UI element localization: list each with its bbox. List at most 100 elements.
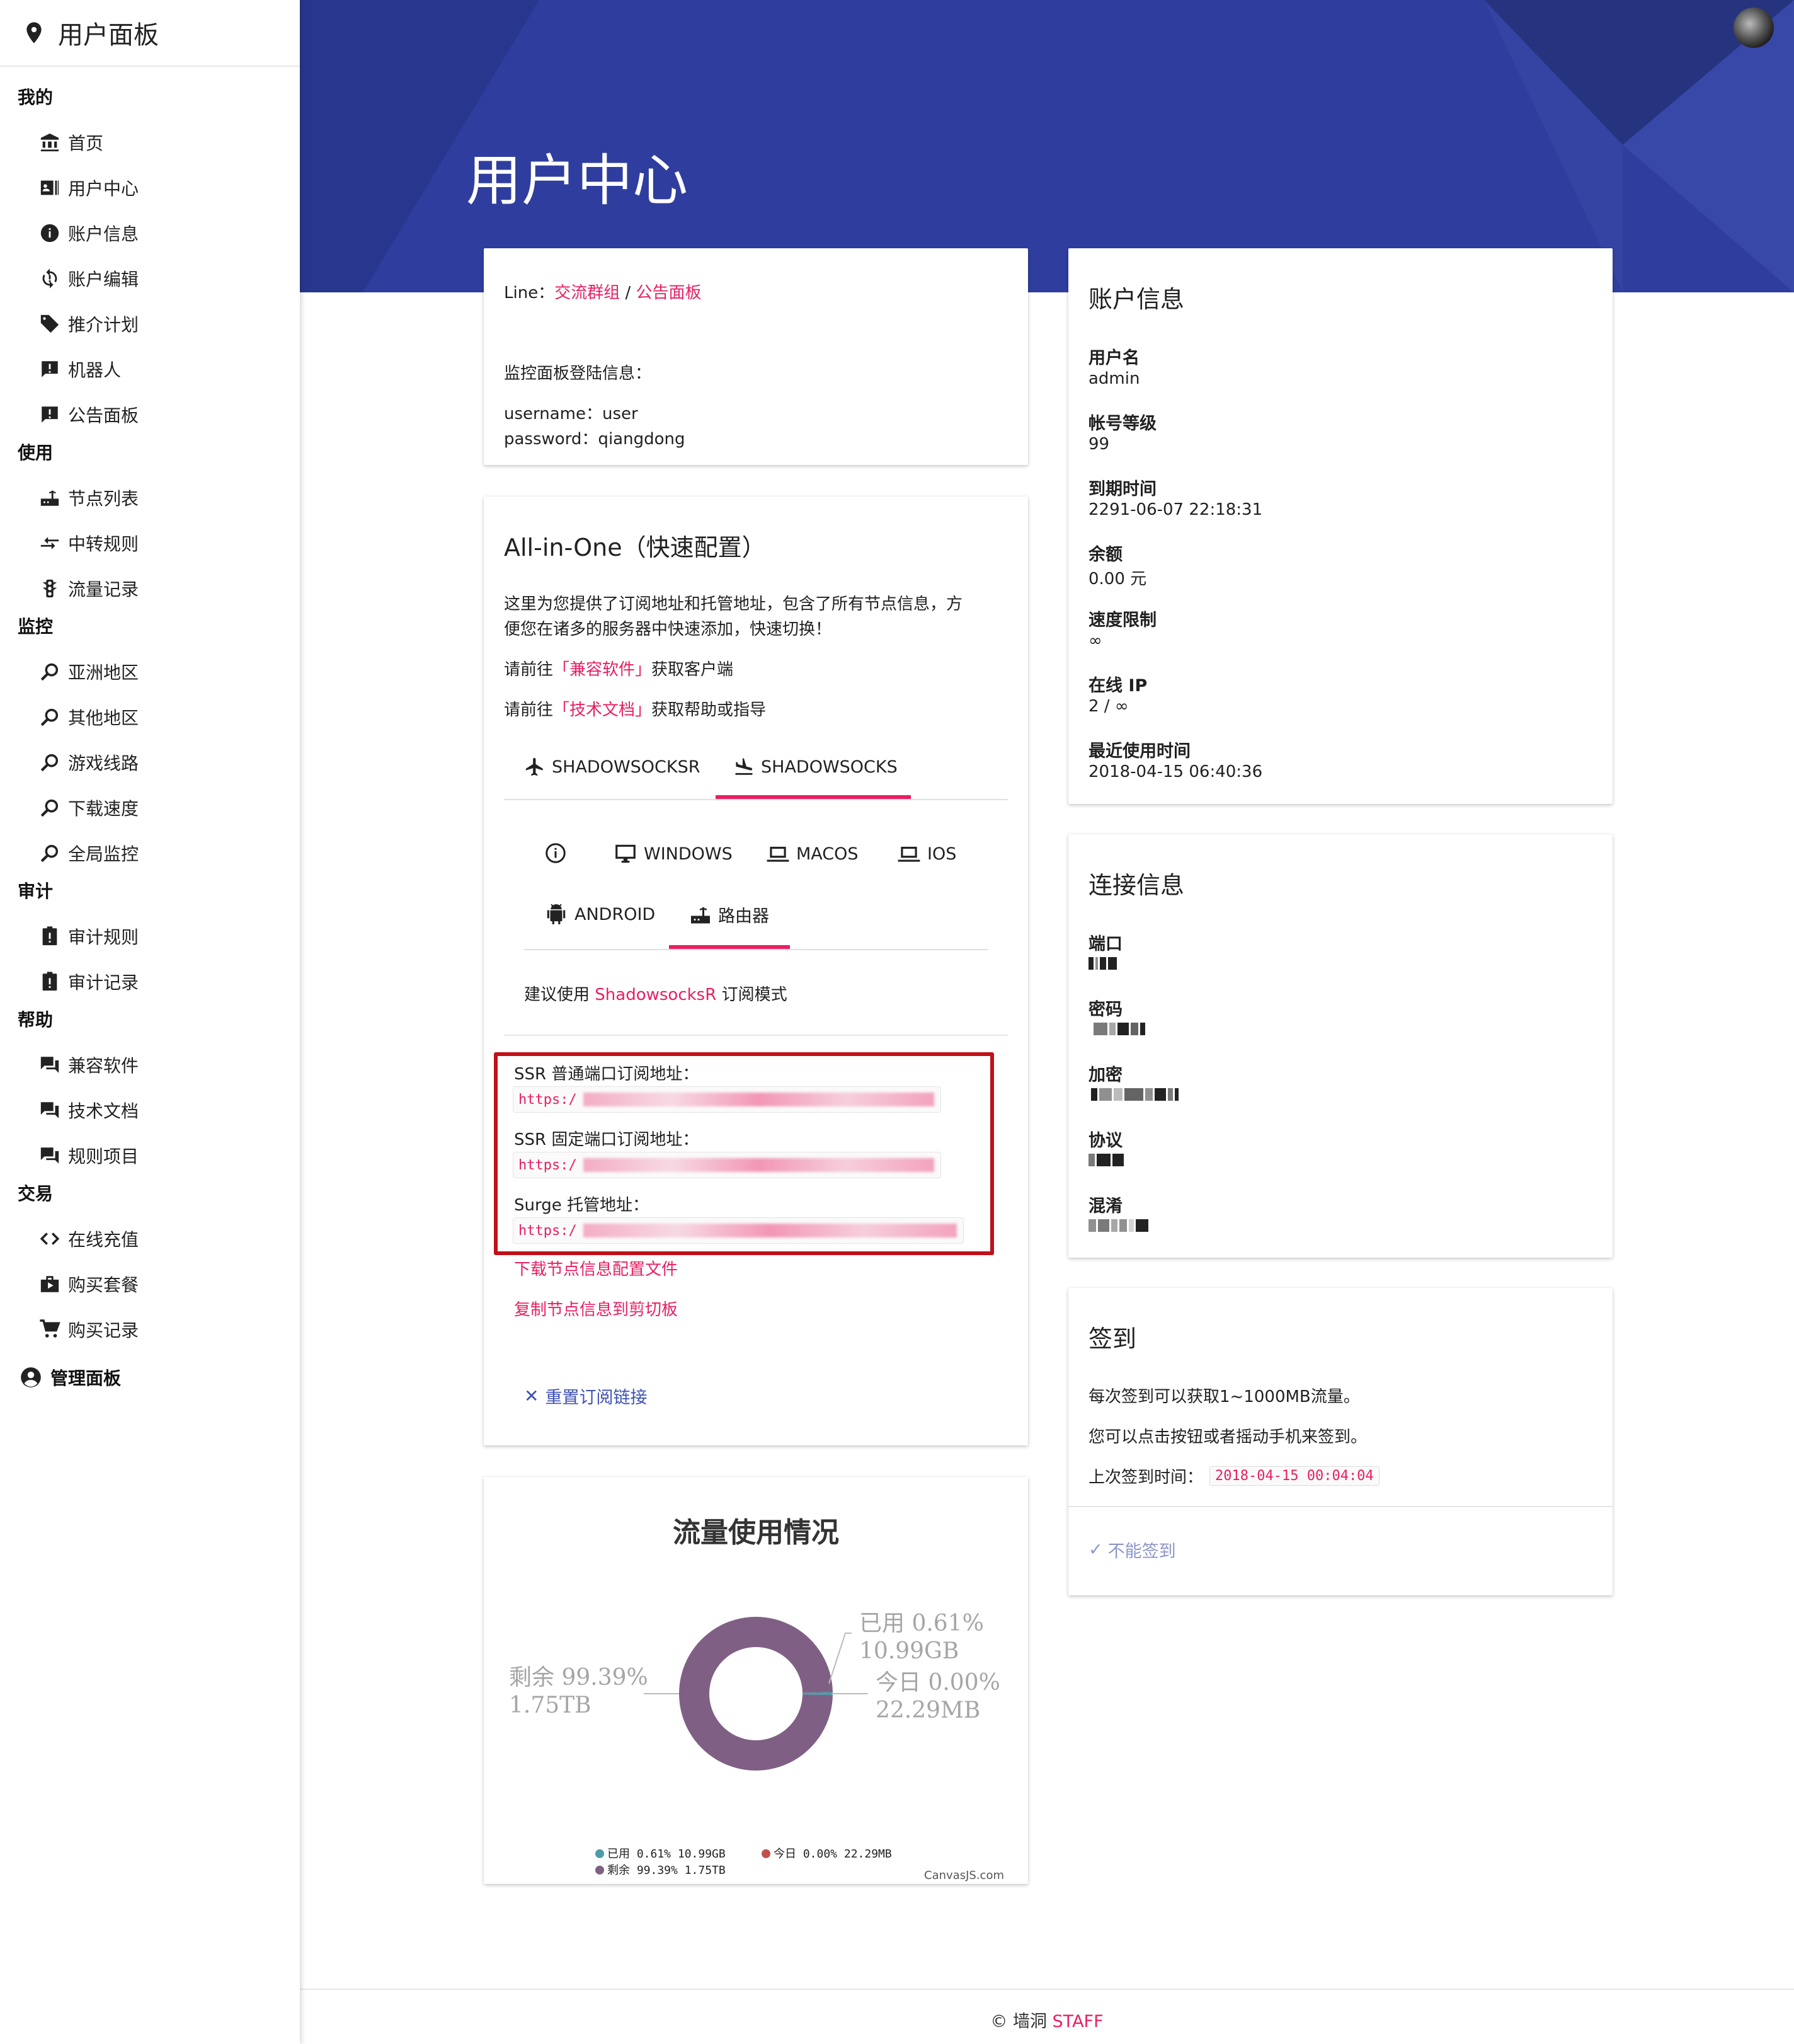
user-avatar[interactable] — [1734, 8, 1774, 48]
redacted-obfs — [1088, 1219, 1150, 1234]
sidebar-item-label: 下载速度 — [68, 798, 139, 819]
sidebar-item-home[interactable]: 首页 — [0, 120, 300, 165]
sidebar-title: 用户面板 — [58, 21, 159, 50]
compatible-software-link[interactable]: 「兼容软件」 — [553, 660, 651, 679]
close-icon: ✕ — [524, 1386, 539, 1406]
footer: © 墙洞 STAFF — [300, 2007, 1794, 2032]
copy-config-link[interactable]: 复制节点信息到剪切板 — [514, 1297, 678, 1320]
sidebar-item-announcements[interactable]: 公告面板 — [0, 392, 300, 437]
label-connector-used — [828, 1633, 852, 1684]
sidebar-item-admin-panel[interactable]: 管理面板 — [0, 1352, 300, 1403]
chat-icon — [40, 1147, 59, 1164]
pie-label-remain-amount: 1.75TB — [509, 1692, 591, 1718]
airplane-icon — [525, 757, 543, 776]
transfer-icon — [40, 537, 59, 549]
sidebar-item-compatible-software[interactable]: 兼容软件 — [0, 1042, 300, 1088]
traffic-icon — [42, 579, 57, 598]
sidebar-item-account-edit[interactable]: 账户编辑 — [0, 256, 300, 301]
sidebar-item-label: 中转规则 — [68, 534, 139, 554]
subtab-macos-label: MACOS — [796, 844, 859, 864]
surge-url-field[interactable]: https:/ — [513, 1217, 964, 1244]
sidebar-item-label: 全局监控 — [68, 844, 139, 864]
conn-label-encryption: 加密 — [1088, 1065, 1123, 1085]
group-chat-link[interactable]: 交流群组 — [554, 284, 620, 302]
legend-used-marker — [595, 1849, 604, 1858]
sidebar-item-audit-log[interactable]: 审计记录 — [0, 959, 300, 1004]
sidebar-item-label: 用户中心 — [68, 178, 139, 199]
tab-shadowsocksr[interactable]: SHADOWSOCKSR — [524, 756, 700, 778]
info-outline-icon — [546, 843, 566, 863]
sidebar-item-traffic-log[interactable]: 流量记录 — [0, 566, 300, 611]
sidebar-item-user-center[interactable]: 用户中心 — [0, 165, 300, 210]
subtab-ios[interactable]: IOS — [897, 842, 956, 866]
traffic-chart-card: 已用 0.61% 10.99GB 今日 0.00% 22.29MB 剩余 99.39% 1… — [484, 1477, 1028, 1884]
checkin-card: 签到 每次签到可以获取1~1000MB流量。 您可以点击按钮或者摇动手机来签到。… — [1068, 1288, 1613, 1595]
sidebar-item-tech-docs[interactable]: 技术文档 — [0, 1088, 300, 1133]
sidebar-item-label: 技术文档 — [68, 1101, 139, 1122]
chat-icon — [40, 1102, 59, 1118]
tag-icon — [40, 314, 59, 333]
checkin-desc-line1: 每次签到可以获取1~1000MB流量。 — [1088, 1387, 1360, 1406]
sidebar-item-label: 公告面板 — [68, 405, 139, 426]
sidebar-item-node-list[interactable]: 节点列表 — [0, 475, 300, 520]
sidebar-item-relay-rules[interactable]: 中转规则 — [0, 520, 300, 566]
sidebar-item-audit-rules[interactable]: 审计规则 — [0, 914, 300, 959]
sidebar-item-bot[interactable]: 机器人 — [0, 347, 300, 392]
sidebar-item-label: 在线充值 — [68, 1229, 139, 1250]
sidebar-item-account-info[interactable]: 账户信息 — [0, 210, 300, 256]
reset-subscription-button[interactable]: ✕ 重置订阅链接 — [524, 1384, 647, 1408]
footer-divider — [300, 1989, 1794, 1990]
subtab-router[interactable]: 路由器 — [689, 902, 769, 927]
conn-label-port: 端口 — [1088, 934, 1123, 954]
laptop-icon — [767, 846, 789, 862]
footer-brand-link[interactable]: STAFF — [1053, 2012, 1104, 2031]
sidebar-item-other-regions[interactable]: 其他地区 — [0, 694, 300, 740]
sidebar-item-rule-projects[interactable]: 规则项目 — [0, 1133, 300, 1178]
pie-label-today-amount: 22.29MB — [876, 1697, 980, 1723]
pie-label-today-percent: 今日 0.00% — [876, 1670, 1000, 1696]
sidebar-item-global-monitor[interactable]: 全局监控 — [0, 830, 300, 876]
sidebar-item-label: 流量记录 — [68, 579, 139, 600]
subtab-android-label: ANDROID — [574, 904, 656, 924]
suggest-prefix: 建议使用 — [524, 985, 590, 1004]
ssr-normal-url-field[interactable]: https:/ — [513, 1086, 941, 1113]
subtab-windows[interactable]: WINDOWS — [614, 842, 733, 866]
sidebar-item-referral[interactable]: 推介计划 — [0, 301, 300, 347]
announcement-link[interactable]: 公告面板 — [636, 284, 702, 302]
sidebar-item-game-routes[interactable]: 游戏线路 — [0, 740, 300, 785]
sidebar-section-audit: 审计 — [18, 881, 54, 902]
tech-docs-link[interactable]: 「技术文档」 — [553, 701, 651, 720]
subtab-macos[interactable]: MACOS — [766, 842, 859, 866]
subtab-info[interactable] — [544, 842, 573, 864]
section-divider — [504, 1035, 1008, 1036]
sidebar-item-recharge[interactable]: 在线充值 — [0, 1216, 300, 1261]
legend-remain: 剩余 99.39% 1.75TB — [607, 1864, 726, 1877]
flight-land-icon — [735, 758, 753, 775]
sidebar-header: 用户面板 — [0, 0, 300, 67]
last-checkin-label: 上次签到时间： — [1088, 1468, 1204, 1487]
shadowsocksr-link[interactable]: ShadowsocksR — [595, 985, 716, 1004]
subtab-android[interactable]: ANDROID — [544, 902, 655, 926]
field-value-last-used: 2018-04-15 06:40:36 — [1088, 762, 1263, 781]
router-icon — [691, 907, 710, 923]
tab-shadowsocks[interactable]: SHADOWSOCKS — [733, 756, 898, 778]
search-icon — [40, 663, 59, 681]
chart-watermark: CanvasJS.com — [924, 1869, 1004, 1882]
sidebar-item-purchase-log[interactable]: 购买记录 — [0, 1307, 300, 1352]
sidebar-item-buy-plan[interactable]: 购买套餐 — [0, 1261, 300, 1307]
field-value-online-ip: 2 / ∞ — [1088, 697, 1129, 716]
surge-url-prefix: https:/ — [518, 1222, 577, 1239]
sidebar-item-download-speed[interactable]: 下载速度 — [0, 785, 300, 830]
aio-desc-line1: 这里为您提供了订阅地址和托管地址，包含了所有节点信息，方 — [504, 595, 963, 614]
legend-remain-marker — [595, 1866, 604, 1875]
download-config-link[interactable]: 下载节点信息配置文件 — [514, 1256, 678, 1280]
admin-panel-label: 管理面板 — [50, 1368, 122, 1389]
subtab-windows-label: WINDOWS — [644, 844, 733, 864]
sidebar-item-asia[interactable]: 亚洲地区 — [0, 649, 300, 694]
subtabs-divider — [524, 949, 988, 950]
sidebar-item-label: 其他地区 — [68, 708, 139, 728]
field-label-username: 用户名 — [1088, 348, 1140, 368]
checkin-button[interactable]: ✓ 不能签到 — [1088, 1537, 1176, 1562]
line-prefix: Line： — [504, 284, 555, 302]
ssr-fixed-url-field[interactable]: https:/ — [513, 1152, 941, 1178]
